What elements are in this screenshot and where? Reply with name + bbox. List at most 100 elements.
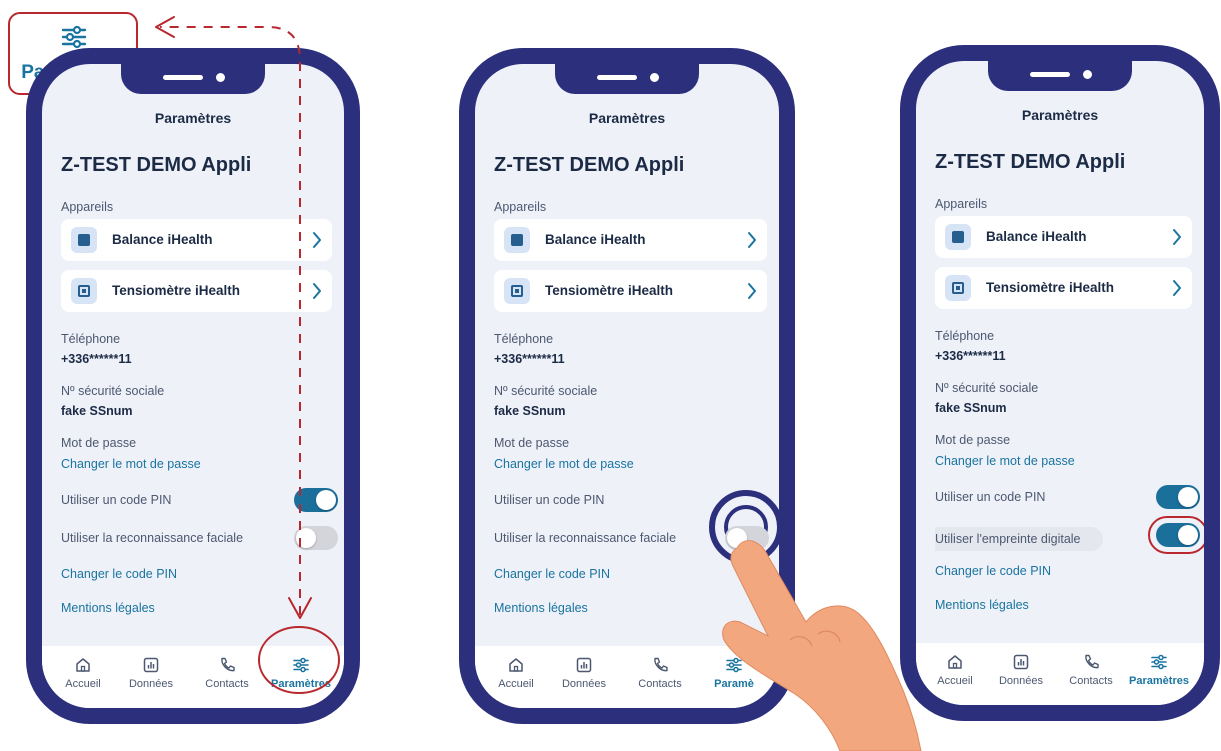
pin-toggle[interactable]: [1156, 485, 1200, 509]
blood-pressure-monitor-icon: [504, 278, 530, 304]
tab-accueil[interactable]: Accueil: [48, 656, 118, 690]
change-password-link[interactable]: Changer le mot de passe: [494, 457, 634, 471]
phone-label: Téléphone: [935, 329, 995, 343]
ssn-label: Nº sécurité sociale: [935, 381, 1039, 395]
tab-label: Accueil: [65, 678, 101, 690]
chart-icon: [116, 656, 186, 674]
phone-icon: [192, 656, 262, 674]
ssn-value: fake SSnum: [935, 401, 1007, 415]
device-name: Tensiomètre iHealth: [986, 280, 1115, 295]
password-label: Mot de passe: [494, 436, 570, 450]
sliders-icon: [1124, 653, 1194, 671]
change-pin-link[interactable]: Changer le code PIN: [494, 567, 610, 581]
sliders-icon: [266, 656, 336, 674]
tab-label: Données: [998, 675, 1044, 687]
tab-label: Accueil: [937, 675, 973, 687]
device-row-balance[interactable]: Balance iHealth: [61, 219, 332, 261]
biometric-toggle[interactable]: [1156, 523, 1200, 547]
tab-bar: Accueil Données Contacts Paramè: [475, 646, 779, 718]
notch: [121, 64, 265, 94]
tab-donnees[interactable]: Données: [986, 653, 1056, 687]
tab-label: Contacts: [205, 678, 249, 690]
chevron-right-icon: [747, 282, 757, 305]
tab-parametres[interactable]: Paramètres: [266, 656, 336, 690]
legal-link[interactable]: Mentions légales: [494, 601, 588, 615]
tab-label: Données: [561, 678, 607, 690]
tab-bar: Accueil Données Contacts Paramètres: [916, 643, 1204, 715]
pin-label: Utiliser un code PIN: [494, 493, 605, 507]
device-name: Tensiomètre iHealth: [112, 283, 241, 298]
chart-icon: [549, 656, 619, 674]
change-pin-link[interactable]: Changer le code PIN: [935, 564, 1051, 578]
change-password-link[interactable]: Changer le mot de passe: [61, 457, 201, 471]
chart-icon: [986, 653, 1056, 671]
biometric-label: Utiliser la reconnaissance faciale: [494, 531, 677, 545]
password-label: Mot de passe: [935, 433, 1011, 447]
devices-label: Appareils: [494, 200, 547, 214]
phone-frame: Paramètres Z-TEST DEMO Appli Appareils B…: [900, 45, 1220, 721]
blood-pressure-monitor-icon: [945, 275, 971, 301]
home-indicator: [140, 714, 246, 718]
ssn-value: fake SSnum: [61, 404, 133, 418]
phone-frame: Paramètres Z-TEST DEMO Appli Appareils B…: [26, 48, 360, 724]
change-password-link[interactable]: Changer le mot de passe: [935, 454, 1075, 468]
chevron-right-icon: [312, 282, 322, 305]
tab-contacts[interactable]: Contacts: [192, 656, 262, 690]
app-title: Z-TEST DEMO Appli: [494, 154, 685, 176]
tab-label: Accueil: [498, 678, 534, 690]
phone-value: +336******11: [494, 352, 565, 366]
device-name: Balance iHealth: [986, 229, 1087, 244]
home-indicator: [574, 714, 680, 718]
tab-label: Paramètres: [1129, 675, 1189, 687]
ssn-label: Nº sécurité sociale: [494, 384, 598, 398]
device-row-tensiometre[interactable]: Tensiomètre iHealth: [61, 270, 332, 312]
devices-label: Appareils: [935, 197, 988, 211]
settings-screen: Paramètres Z-TEST DEMO Appli Appareils B…: [42, 64, 344, 708]
chevron-right-icon: [1172, 279, 1182, 302]
tab-label: Paramè: [714, 678, 754, 690]
scale-icon: [71, 227, 97, 253]
sliders-icon: [699, 656, 769, 674]
ssn-label: Nº sécurité sociale: [61, 384, 165, 398]
tab-accueil[interactable]: Accueil: [920, 653, 990, 687]
tab-label: Contacts: [1069, 675, 1113, 687]
home-icon: [920, 653, 990, 671]
tab-label: Paramètres: [271, 678, 331, 690]
tab-parametres[interactable]: Paramè: [699, 656, 769, 690]
home-icon: [48, 656, 118, 674]
pin-toggle[interactable]: [294, 488, 338, 512]
tab-donnees[interactable]: Données: [116, 656, 186, 690]
device-row-balance[interactable]: Balance iHealth: [494, 219, 767, 261]
tab-donnees[interactable]: Données: [549, 656, 619, 690]
biometric-toggle[interactable]: [725, 526, 769, 550]
biometric-toggle[interactable]: [294, 526, 338, 550]
settings-screen: Paramètres Z-TEST DEMO Appli Appareils B…: [916, 61, 1204, 705]
change-pin-link[interactable]: Changer le code PIN: [61, 567, 177, 581]
tab-parametres[interactable]: Paramètres: [1124, 653, 1194, 687]
password-label: Mot de passe: [61, 436, 137, 450]
chevron-right-icon: [747, 231, 757, 254]
devices-label: Appareils: [61, 200, 114, 214]
device-row-tensiometre[interactable]: Tensiomètre iHealth: [935, 267, 1192, 309]
biometric-label: Utiliser l'empreinte digitale: [935, 527, 1103, 551]
home-indicator: [1007, 711, 1113, 715]
ssn-value: fake SSnum: [494, 404, 566, 418]
device-name: Balance iHealth: [545, 232, 646, 247]
tab-accueil[interactable]: Accueil: [481, 656, 551, 690]
device-row-balance[interactable]: Balance iHealth: [935, 216, 1192, 258]
device-name: Balance iHealth: [112, 232, 213, 247]
tab-label: Données: [128, 678, 174, 690]
tab-contacts[interactable]: Contacts: [1056, 653, 1126, 687]
legal-link[interactable]: Mentions légales: [935, 598, 1029, 612]
phone-value: +336******11: [935, 349, 1006, 363]
legal-link[interactable]: Mentions légales: [61, 601, 155, 615]
app-title: Z-TEST DEMO Appli: [935, 151, 1126, 173]
settings-screen: Paramètres Z-TEST DEMO Appli Appareils B…: [475, 64, 779, 708]
pin-label: Utiliser un code PIN: [61, 493, 172, 507]
scale-icon: [504, 227, 530, 253]
tab-contacts[interactable]: Contacts: [625, 656, 695, 690]
device-row-tensiometre[interactable]: Tensiomètre iHealth: [494, 270, 767, 312]
notch: [988, 61, 1132, 91]
app-title: Z-TEST DEMO Appli: [61, 154, 252, 176]
chevron-right-icon: [1172, 228, 1182, 251]
